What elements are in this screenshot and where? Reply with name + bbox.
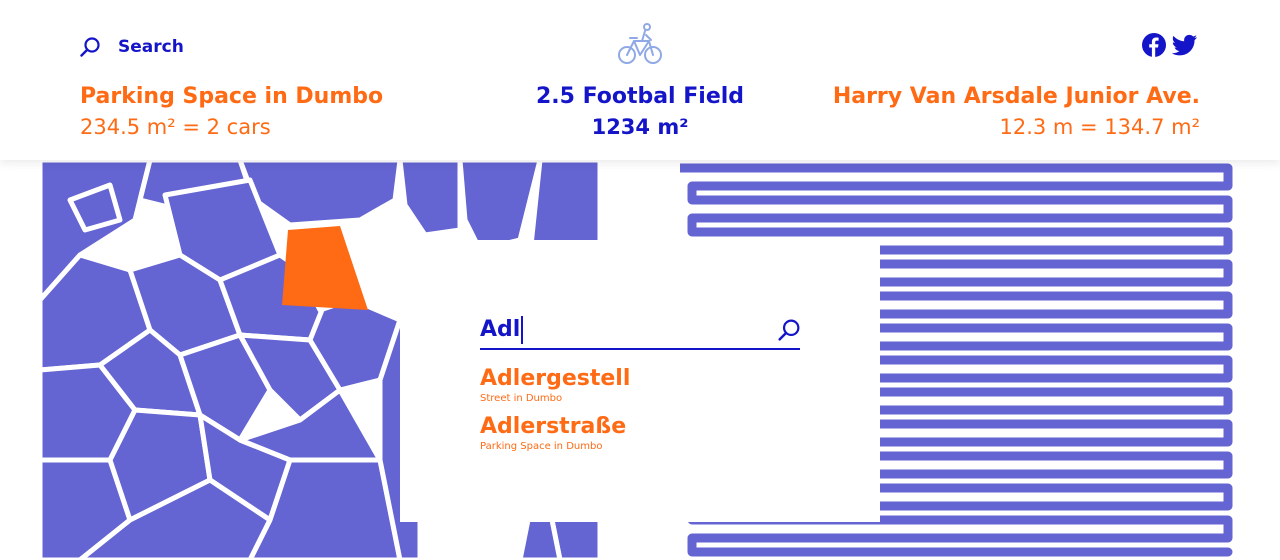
stat-street: Harry Van Arsdale Junior Ave. 12.3 m = 1…: [833, 82, 1200, 142]
top-header: Search Parking Space in Dumbo 234.5 m² =…: [0, 0, 1280, 160]
search-label: Search: [118, 37, 184, 57]
social-links: [1142, 33, 1198, 61]
stat-value: 1234 m²: [591, 115, 689, 139]
search-dialog: Adl Adlergestell Street in Dumbo Adlerst…: [400, 240, 880, 522]
stat-football-field: 2.5 Footbal Field 1234 m²: [440, 82, 840, 142]
search-icon[interactable]: [778, 319, 800, 341]
suggestion-title: Adlerstraße: [480, 414, 627, 439]
stat-parking-space: Parking Space in Dumbo 234.5 m² = 2 cars: [80, 82, 383, 142]
suggestion-subtitle: Parking Space in Dumbo: [480, 441, 603, 452]
stat-title: Parking Space in Dumbo: [80, 84, 384, 109]
search-input[interactable]: Adl: [480, 314, 800, 350]
search-input-value: Adl: [480, 316, 524, 344]
facebook-icon[interactable]: [1142, 33, 1166, 61]
stat-title: Harry Van Arsdale Junior Ave.: [832, 84, 1200, 109]
bicycle-icon[interactable]: [617, 22, 663, 66]
suggestion-item[interactable]: Adlerstraße Parking Space in Dumbo: [480, 414, 626, 454]
stat-title: 2.5 Footbal Field: [535, 84, 745, 109]
suggestion-title: Adlergestell: [480, 366, 631, 391]
stat-value: 234.5 m² = 2 cars: [80, 115, 271, 139]
suggestion-subtitle: Street in Dumbo: [480, 393, 563, 404]
search-icon: [80, 37, 100, 57]
suggestion-item[interactable]: Adlergestell Street in Dumbo: [480, 366, 630, 406]
twitter-icon[interactable]: [1171, 33, 1198, 61]
stat-value: 12.3 m = 134.7 m²: [999, 115, 1200, 139]
header-search-button[interactable]: Search: [80, 35, 184, 59]
